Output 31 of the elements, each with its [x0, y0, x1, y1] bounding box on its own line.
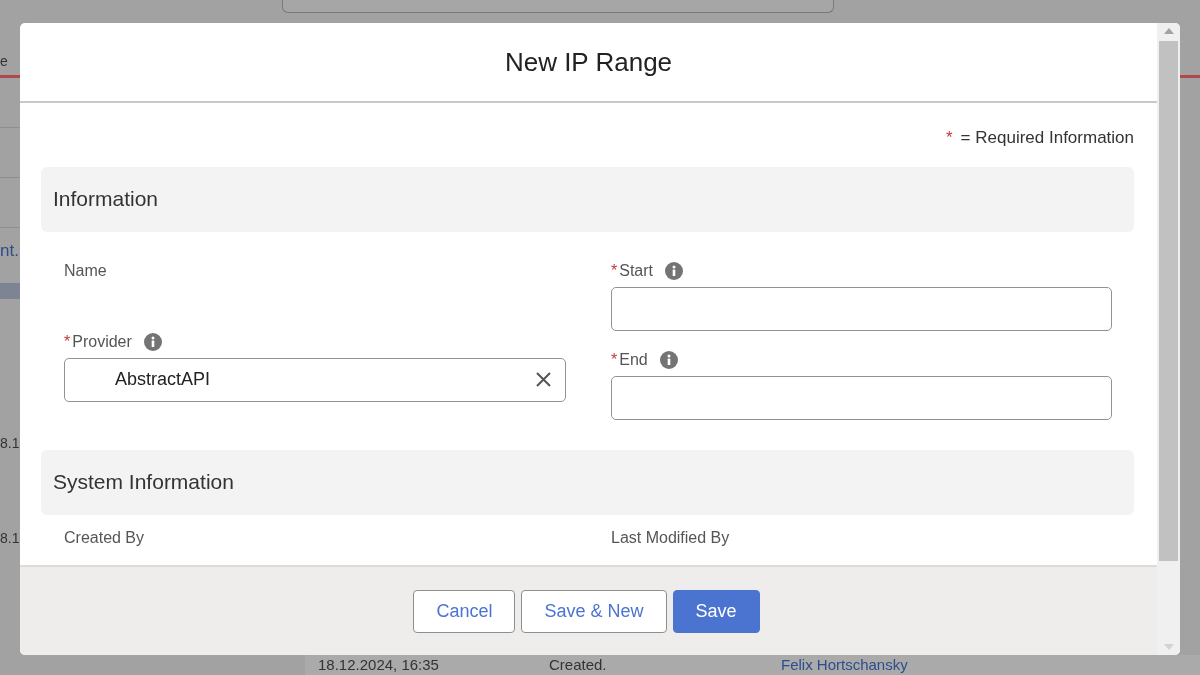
link[interactable]: nt. — [0, 238, 20, 283]
lookup-field[interactable]: AbstractAPI — [64, 357, 566, 402]
info-icon[interactable] — [143, 332, 162, 351]
scrollbar[interactable] — [1157, 23, 1180, 655]
table-cell-text: 8.1 — [0, 529, 20, 548]
table-cell-text: Created. — [549, 655, 608, 675]
row-highlight — [0, 283, 20, 299]
input-field[interactable] — [611, 375, 1112, 420]
tab-label: e — [0, 53, 8, 69]
field-label: *Start — [611, 260, 654, 281]
input-field[interactable] — [611, 286, 1112, 331]
table-cell-text: 8.1 — [0, 434, 20, 453]
required-note: = Required Information — [960, 127, 1134, 149]
field-label: *End — [611, 349, 648, 370]
section-header[interactable]: Information — [41, 166, 1134, 232]
info-icon[interactable] — [659, 350, 678, 369]
field-label: *Provider — [64, 331, 132, 352]
field-label: Last Modified By — [611, 527, 730, 548]
field-label: Created By — [64, 527, 145, 548]
save-button[interactable]: Save — [672, 589, 760, 633]
required-marker: * — [945, 127, 953, 149]
scroll-up-icon[interactable] — [1162, 27, 1175, 35]
section-header[interactable]: System Information — [41, 449, 1134, 515]
footer-button[interactable]: Save & New — [521, 589, 667, 633]
field-label: Name — [64, 260, 107, 281]
footer-button[interactable]: Cancel — [413, 589, 516, 633]
close-icon[interactable] — [536, 372, 551, 387]
info-icon[interactable] — [665, 261, 684, 280]
table-cell-text: 18.12.2024, 16:35 — [318, 655, 440, 675]
modal-title: New IP Range — [504, 45, 673, 79]
user-link[interactable]: Felix Hortschansky — [781, 655, 908, 675]
